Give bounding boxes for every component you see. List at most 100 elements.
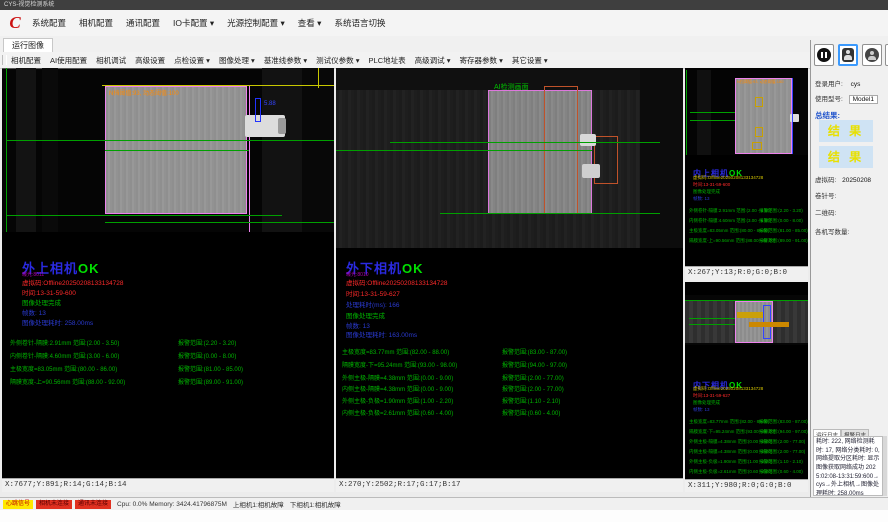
menu-camera-config[interactable]: 相机配置 (79, 17, 113, 29)
time-line: 时间:13-31-59-600 (22, 291, 76, 298)
tool-spot-check[interactable]: 点检设置 ▾ (174, 55, 210, 66)
green-guide-vline (6, 68, 7, 232)
measurement-row: 内侧主极-负极=2.61mm 范围:(0.60 - 4.00)报警范围:(0.6… (689, 469, 772, 475)
measurement-row: 主极宽度=83.77mm 范围:(82.00 - 88.00)报警范围:(83.… (689, 419, 769, 425)
proc-time-line: 处理耗时(ms): 166 (346, 303, 399, 310)
image-stripe (262, 68, 302, 232)
measure-line (440, 213, 660, 214)
camera-panel-outer-lower: AI检测画面 外下相机OK 曝光:8010 虚拟码:Offline2025020… (336, 68, 683, 492)
tool-register-params[interactable]: 寄存器参数 ▾ (459, 55, 502, 66)
model-label: 使用型号: (815, 96, 843, 103)
measurement-row: 内侧主极-隔膜=4.38mm 范围:(0.00 - 9.00)报警范围:(2.0… (342, 384, 453, 393)
measurement-row: 内侧卷针-隔膜:4.60mm 范围:(3.00 - 6.00)报警范围:(0.0… (10, 351, 119, 360)
login-user-label: 登录用户: (815, 81, 843, 88)
tool-camera-debug[interactable]: 相机调试 (96, 55, 126, 66)
caliper-box (255, 98, 261, 122)
exposure-label: 曝光:8010 (346, 273, 369, 278)
tool-plc-address-table[interactable]: PLC地址表 (369, 55, 406, 66)
log-scrollbar[interactable] (883, 436, 887, 496)
measurement-row: 主极宽度=83.77mm 范围:(82.00 - 88.00)报警范围:(83.… (342, 347, 449, 356)
tab-run-image[interactable]: 运行图像 (3, 38, 53, 53)
measurement-text: 主极宽度=83.77mm 范围:(82.00 - 88.00) (342, 350, 449, 356)
switch-user-button[interactable] (862, 44, 882, 66)
qr-code-label: 二维码: (815, 207, 836, 217)
overlay-label-block (737, 312, 763, 318)
cursor-status-outer-upper: X:7677;Y:891;R:14;G:14;B:14 (2, 478, 334, 492)
process-done-line: 图像处理完成 (22, 301, 61, 308)
alarm-range-text: 报警范围:(2.20 - 3.20) (178, 338, 236, 347)
login-user-button[interactable] (838, 44, 858, 66)
bright-tab (580, 134, 596, 146)
measurement-row: 外侧卷针-隔膜:2.91mm 范围:(2.00 - 3.50)报警范围:(2.2… (689, 208, 771, 214)
camera-image-inner-lower[interactable] (685, 295, 808, 345)
overlay-label-block (749, 322, 789, 327)
alarm-range-text: 报警范围:(89.00 - 91.00) (178, 377, 243, 386)
alarm-range-text: 报警范围:(2.20 - 3.20) (759, 208, 803, 214)
menu-language-switch[interactable]: 系统语言切换 (334, 17, 385, 29)
tool-camera-config[interactable]: 相机配置 (11, 55, 41, 66)
toolbar-grip-icon (2, 55, 7, 65)
menu-system-config[interactable]: 系统配置 (32, 17, 66, 29)
virtual-code-line: 虚拟码:Offline20250208133134728 (693, 175, 763, 181)
tool-advanced-settings[interactable]: 高级设置 (135, 55, 165, 66)
heartbeat-badge: 心跳信号 (3, 500, 33, 509)
user-icon-head (846, 50, 850, 54)
green-guide-vline (686, 70, 687, 155)
alarm-range-text: 报警范围:(1.10 - 2.10) (759, 459, 803, 465)
measure-line (690, 120, 735, 121)
measurement-row: 外侧主极-隔膜=4.38mm 范围:(0.00 - 9.00)报警范围:(2.0… (342, 373, 453, 382)
camera-image-outer-upper[interactable]: N挡阈值:93, 动态阈值:100 5.88 (2, 68, 334, 232)
camera-image-outer-lower[interactable]: AI检测画面 (336, 68, 683, 248)
result-box-upper: 结 果 (819, 120, 873, 142)
time-line: 时间:13-31-59-627 (346, 292, 400, 299)
measurement-row: 隔膜宽度-上=90.56mm 范围:(88.00 - 92.00)报警范围:(8… (10, 377, 125, 386)
measurement-row: 主极宽度=83.05mm 范围:(80.00 - 86.00)报警范围:(81.… (689, 228, 769, 234)
measurement-text: 主极宽度=83.05mm 范围:(80.00 - 86.00) (689, 228, 769, 233)
menu-io-card-config[interactable]: IO卡配置 ▾ (173, 17, 214, 29)
measurement-text: 外侧卷针-隔膜:2.91mm 范围:(2.00 - 3.50) (10, 341, 119, 347)
alarm-range-text: 报警范围:(0.60 - 4.00) (759, 469, 803, 475)
process-done-line: 图像处理完成 (346, 314, 385, 321)
detect-box (755, 97, 763, 107)
time-line: 时间:13-31-59-627 (693, 393, 730, 399)
log-panel: 运行日志报警日志统计日志 耗时: 222, 网络检测耗时: 17, 网络分类耗时… (813, 424, 887, 496)
pause-button[interactable] (814, 44, 834, 66)
menu-view[interactable]: 查看 ▾ (298, 17, 322, 29)
log-text-area[interactable]: 耗时: 222, 网络检测耗时: 17, 网络分类耗时: 0, 网络提取分区耗时… (813, 436, 883, 496)
alarm-range-text: 报警范围:(2.00 - 77.00) (502, 384, 564, 393)
virtual-code-line: 虚拟码:Offline20250208133134728 (346, 281, 447, 288)
virtual-code-value: 20250208 (842, 177, 871, 184)
tool-baseline-params[interactable]: 基准线参数 ▾ (264, 55, 307, 66)
frame-count-line: 帧数: 13 (693, 407, 710, 413)
time-line: 时间:13-31-59-600 (693, 182, 730, 188)
measure-line (689, 318, 735, 319)
measure-line (336, 150, 592, 151)
measurement-text: 外侧主极-隔膜=4.38mm 范围:(0.00 - 9.00) (342, 376, 453, 382)
alarm-range-text: 报警范围:(0.00 - 8.00) (178, 351, 236, 360)
menu-comm-config[interactable]: 通讯配置 (126, 17, 160, 29)
alarm-range-text: 报警范围:(1.10 - 2.10) (502, 396, 560, 405)
tab-strip: 运行图像 (0, 36, 888, 53)
elapsed-line: 图像处理耗时: 163.00ms (346, 333, 417, 340)
elapsed-line: 图像处理耗时: 258.00ms (22, 321, 93, 328)
model-row: 使用型号: Model1 (815, 93, 878, 103)
tool-test-params[interactable]: 测试仪参数 ▾ (316, 55, 359, 66)
measurement-row: 隔膜宽度-下=95.24mm 范围:(93.00 - 98.00)报警范围:(9… (689, 429, 775, 435)
frame-count-line: 帧数: 13 (22, 311, 46, 318)
lower-camera-status-text: 下相机1:相机故障 (290, 499, 341, 509)
menu-light-control-config[interactable]: 光源控制配置 ▾ (227, 17, 285, 29)
model-select[interactable]: Model1 (849, 95, 878, 104)
tool-image-processing[interactable]: 图像处理 ▾ (219, 55, 255, 66)
threshold-overlay-text: N挡阈值:93, 动态阈值:100 (737, 79, 783, 85)
tool-other-settings[interactable]: 其它设置 ▾ (512, 55, 548, 66)
tab-connector-tip (278, 118, 286, 134)
image-stripe (16, 68, 36, 232)
tool-advanced-debug[interactable]: 高级调试 ▾ (415, 55, 451, 66)
right-sidebar: 登录用户: cys 使用型号: Model1 总结果: 结 果 结 果 虚拟码:… (810, 40, 888, 497)
measurement-row: 内侧主极-隔膜=4.38mm 范围:(0.00 - 9.00)报警范围:(2.0… (689, 449, 772, 455)
camera-image-inner-upper[interactable]: N挡阈值:93, 动态阈值:100 (685, 70, 808, 155)
measurement-text: 隔膜宽度-上=90.56mm 范围:(88.00 - 92.00) (10, 380, 125, 386)
login-user-row: 登录用户: cys (815, 78, 860, 88)
tool-ai-use-config[interactable]: AI使用配置 (50, 55, 87, 66)
camera-panel-outer-upper: N挡阈值:93, 动态阈值:100 5.88 外上相机OK 曝光:8011 虚拟… (2, 68, 334, 492)
